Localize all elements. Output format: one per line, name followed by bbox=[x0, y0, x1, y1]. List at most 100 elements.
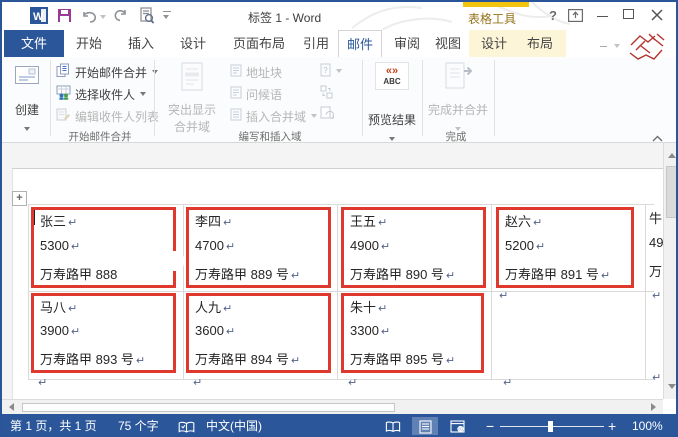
tab-references[interactable]: 引用 bbox=[296, 30, 336, 57]
tab-review[interactable]: 审阅 bbox=[386, 30, 428, 57]
recipient-name: 王五 bbox=[350, 214, 377, 229]
paragraph-mark: ↵ bbox=[225, 241, 236, 253]
ribbon-display-options-icon[interactable] bbox=[568, 9, 584, 27]
label-cell[interactable]: 马八 ↵ 3900 ↵ 万寿路甲 893 号 ↵ bbox=[31, 293, 176, 373]
edit-recipient-list-label: 编辑收件人列表 bbox=[75, 109, 160, 124]
match-fields-button[interactable] bbox=[320, 84, 333, 102]
document-area[interactable]: + 张三 ↵ 5300 ↵ 万寿路甲 888 李四 ↵ 4700 ↵ 万寿路甲 889 … bbox=[2, 143, 676, 399]
undo-caret-icon[interactable] bbox=[100, 15, 106, 19]
table-gridline bbox=[28, 291, 654, 292]
tab-table-design[interactable]: 设计 bbox=[472, 30, 516, 57]
edit-recipient-list-button[interactable]: 编辑收件人列表 bbox=[56, 107, 159, 125]
read-mode-button[interactable] bbox=[380, 417, 406, 435]
create-button[interactable]: 创建 bbox=[8, 60, 46, 136]
tab-design[interactable]: 设计 bbox=[172, 30, 214, 57]
zoom-slider-thumb[interactable] bbox=[548, 421, 553, 432]
page-info[interactable]: 第 1 页，共 1 页 bbox=[10, 414, 97, 435]
vertical-scrollbar[interactable] bbox=[663, 143, 676, 399]
select-recipients-label: 选择收件人 bbox=[75, 87, 136, 102]
language-indicator[interactable]: 中文(中国) bbox=[206, 414, 262, 435]
tab-home[interactable]: 开始 bbox=[68, 30, 110, 57]
paragraph-mark: ↵ bbox=[378, 303, 388, 315]
recipient-address: 万寿路甲 893 号 bbox=[40, 352, 134, 367]
greeting-line-button[interactable]: 问候语 bbox=[230, 85, 282, 103]
tab-table-layout[interactable]: 布局 bbox=[518, 30, 562, 57]
label-cell[interactable]: 人九 ↵ 3600 ↵ 万寿路甲 894 号 ↵ bbox=[186, 293, 331, 373]
scroll-up-button[interactable] bbox=[664, 148, 676, 163]
print-preview-icon[interactable] bbox=[140, 7, 155, 29]
label-cell[interactable]: 赵六 ↵ 5200 ↵ 万寿路甲 891 号 ↵ bbox=[496, 207, 634, 288]
customize-qat-caret-icon[interactable] bbox=[163, 15, 169, 19]
scroll-right-button[interactable] bbox=[646, 400, 661, 414]
table-gridline bbox=[183, 204, 184, 380]
undo-icon[interactable] bbox=[82, 10, 97, 28]
table-move-handle[interactable]: + bbox=[12, 191, 27, 206]
insert-merge-field-icon bbox=[230, 108, 242, 124]
label-cell[interactable]: 李四 ↵ 4700 ↵ 万寿路甲 889 号 ↵ bbox=[186, 207, 331, 288]
update-labels-button[interactable] bbox=[320, 106, 335, 124]
save-icon[interactable] bbox=[58, 9, 71, 27]
word-count[interactable]: 75 个字 bbox=[118, 414, 159, 435]
help-button[interactable]: ? bbox=[546, 8, 560, 24]
highlight-label-line1: 突出显示 bbox=[167, 103, 216, 117]
write-group-label: 编写和插入域 bbox=[238, 131, 302, 143]
window-title: 标签 1 - Word bbox=[248, 11, 322, 25]
address-block-label: 地址块 bbox=[246, 65, 283, 80]
web-layout-button[interactable] bbox=[444, 417, 470, 435]
recipient-amount: 5300 bbox=[40, 238, 69, 253]
print-layout-button[interactable] bbox=[412, 417, 438, 435]
zoom-level[interactable]: 100% bbox=[632, 414, 663, 435]
customize-qat-icon[interactable] bbox=[163, 11, 171, 12]
start-group-label: 开始邮件合并 bbox=[68, 131, 132, 143]
recipient-address: 万寿路甲 891 号 bbox=[505, 267, 599, 282]
ribbon: 创建 开始邮件合并 选择收件人 编辑收件人列表 开始邮件合并 突出显示 合并域 bbox=[2, 57, 676, 146]
table-gridline bbox=[28, 204, 29, 380]
finish-merge-button[interactable]: 完成并合并 bbox=[426, 60, 490, 136]
paragraph-mark: ↵ bbox=[70, 326, 81, 338]
insert-merge-field-caret-icon bbox=[311, 114, 318, 118]
tab-file[interactable]: 文件 bbox=[4, 30, 64, 57]
paragraph-mark: ↵ bbox=[38, 377, 48, 389]
insert-merge-field-button[interactable]: 插入合并域 bbox=[230, 107, 318, 125]
select-recipients-button[interactable]: 选择收件人 bbox=[56, 85, 147, 103]
start-mail-merge-icon bbox=[56, 63, 71, 81]
start-mail-merge-button[interactable]: 开始邮件合并 bbox=[56, 63, 159, 81]
scroll-left-button[interactable] bbox=[4, 400, 19, 414]
paragraph-mark: ↵ bbox=[223, 303, 233, 315]
tab-insert[interactable]: 插入 bbox=[120, 30, 162, 57]
preview-results-icon: «» ABC bbox=[375, 62, 409, 90]
account-caret-icon[interactable] bbox=[614, 44, 620, 48]
maximize-button[interactable] bbox=[623, 9, 634, 19]
tab-view[interactable]: 视图 bbox=[428, 30, 468, 57]
rules-button[interactable]: ? bbox=[320, 62, 342, 80]
account-dash bbox=[600, 46, 607, 47]
recipient-address: 万寿路甲 888 bbox=[40, 267, 118, 282]
label-cell[interactable]: 王五 ↵ 4900 ↵ 万寿路甲 890 号 ↵ bbox=[341, 207, 486, 288]
tab-page-layout[interactable]: 页面布局 bbox=[222, 30, 296, 57]
word-window: W 标签 1 - Word 表格工具 ? 文件 开始 插入 设计 页面布局 引用… bbox=[0, 0, 678, 437]
title-bar: W 标签 1 - Word 表格工具 ? bbox=[2, 2, 676, 30]
close-button[interactable] bbox=[651, 8, 663, 26]
preview-results-button[interactable]: «» ABC 预览结果 bbox=[366, 60, 418, 146]
proofing-book-icon[interactable] bbox=[178, 421, 195, 435]
minimize-button[interactable] bbox=[597, 16, 608, 17]
recipient-address: 万寿路甲 894 号 bbox=[195, 352, 289, 367]
decorative-leaves bbox=[351, 2, 571, 30]
tab-mailings[interactable]: 邮件 bbox=[338, 30, 382, 57]
rules-caret-icon bbox=[336, 69, 342, 73]
label-cell[interactable]: 张三 ↵ 5300 ↵ 万寿路甲 888 bbox=[31, 207, 176, 288]
address-block-button[interactable]: 地址块 bbox=[230, 63, 282, 81]
zoom-in-button[interactable]: + bbox=[608, 414, 616, 435]
highlight-merge-fields-button[interactable]: 突出显示 合并域 bbox=[158, 60, 226, 135]
scroll-left-icon bbox=[9, 403, 14, 411]
zoom-out-button[interactable]: − bbox=[486, 414, 494, 435]
label-cell[interactable]: 朱十 ↵ 3300 ↵ 万寿路甲 895 号 ↵ bbox=[341, 293, 484, 373]
recipient-amount: 3600 bbox=[195, 323, 224, 338]
vertical-scroll-thumb[interactable] bbox=[666, 166, 676, 218]
horizontal-scroll-thumb[interactable] bbox=[22, 403, 395, 412]
redo-icon[interactable] bbox=[114, 9, 127, 27]
finish-merge-icon bbox=[443, 62, 473, 97]
horizontal-scrollbar[interactable] bbox=[2, 399, 663, 414]
preview-chevrons-glyph: «» bbox=[385, 65, 399, 77]
scroll-down-button[interactable] bbox=[664, 379, 676, 394]
